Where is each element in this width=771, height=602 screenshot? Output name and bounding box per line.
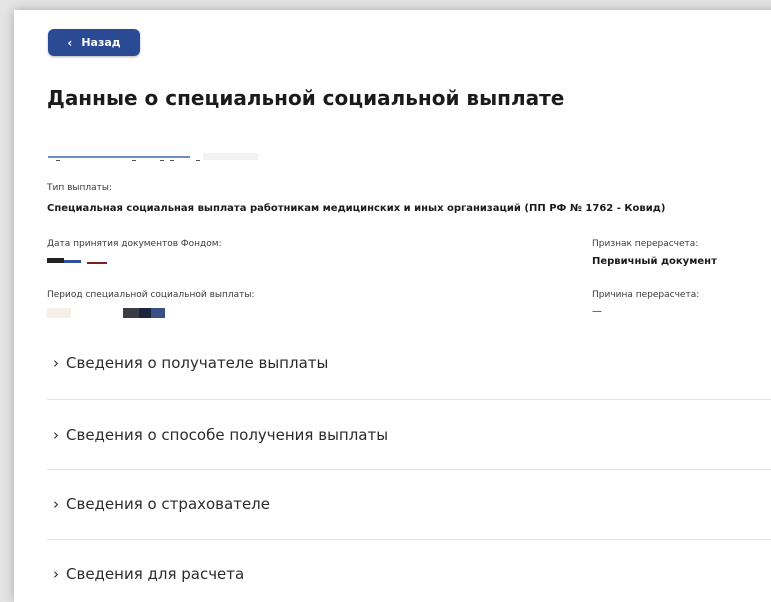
section-insurer-label: Сведения о страхователе (66, 494, 271, 513)
page-title: Данные о специальной социальной выплате (47, 86, 565, 110)
recalc-reason-label: Причина перерасчета: (592, 290, 700, 300)
chevron-right-icon: › (53, 494, 59, 513)
period-label: Период специальной социальной выплаты: (47, 290, 255, 300)
redacted-doc-date (47, 258, 109, 266)
section-calculation[interactable]: › Сведения для расчета (47, 539, 771, 602)
section-payment-method-label: Сведения о способе получения выплаты (66, 425, 389, 444)
recalc-sign-value: Первичный документ (592, 256, 717, 267)
recalc-sign-label: Признак перерасчета: (592, 239, 699, 249)
back-button-label: Назад (81, 36, 121, 49)
payment-type-label: Тип выплаты: (47, 183, 113, 193)
section-recipient-label: Сведения о получателе выплаты (66, 353, 329, 372)
redacted-recipient-info (48, 151, 260, 163)
chevron-right-icon: › (53, 564, 59, 583)
chevron-left-icon: ‹ (67, 35, 73, 50)
back-button[interactable]: ‹ Назад (48, 29, 140, 56)
chevron-right-icon: › (53, 425, 59, 444)
doc-date-label: Дата принятия документов Фондом: (47, 239, 222, 249)
payment-type-value: Специальная социальная выплата работника… (47, 203, 666, 214)
section-calculation-label: Сведения для расчета (66, 564, 245, 583)
payment-details-card: ‹ Назад Данные о специальной социальной … (14, 10, 771, 602)
section-insurer[interactable]: › Сведения о страхователе (47, 469, 771, 538)
recalc-reason-value: — (592, 306, 602, 317)
chevron-right-icon: › (53, 353, 59, 372)
section-payment-method[interactable]: › Сведения о способе получения выплаты (47, 400, 771, 469)
section-recipient[interactable]: › Сведения о получателе выплаты (47, 328, 771, 397)
redacted-period (47, 308, 167, 319)
